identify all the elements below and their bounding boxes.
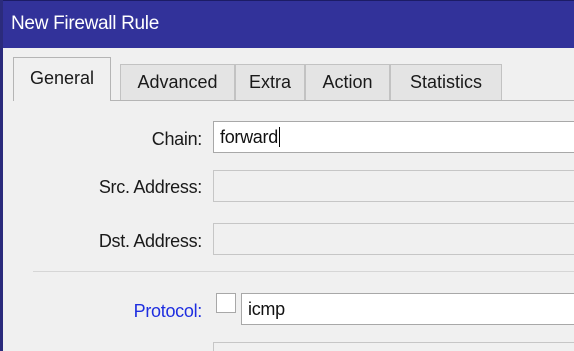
tab-general-label: General <box>29 68 95 88</box>
src-address-input[interactable] <box>213 170 574 202</box>
tab-advanced-label: Advanced <box>137 72 218 92</box>
tab-statistics[interactable]: Statistics <box>390 64 502 100</box>
tab-action[interactable]: Action <box>305 64 390 100</box>
src-address-label: Src. Address: <box>98 177 202 197</box>
protocol-negate-checkbox[interactable] <box>216 293 236 313</box>
title-bar[interactable]: New Firewall Rule <box>3 0 574 48</box>
protocol-value: icmp <box>248 299 285 319</box>
chain-label: Chain: <box>151 129 203 149</box>
chain-input[interactable]: forward <box>213 121 574 153</box>
tab-extra[interactable]: Extra <box>235 64 305 100</box>
tab-advanced[interactable]: Advanced <box>120 64 235 100</box>
dst-address-input[interactable] <box>213 223 574 255</box>
window-title: New Firewall Rule <box>11 13 159 34</box>
firewall-rule-window: New Firewall Rule General Advanced Extra… <box>0 0 574 351</box>
tab-statistics-label: Statistics <box>409 72 483 92</box>
protocol-select[interactable]: icmp <box>241 293 574 325</box>
section-divider <box>33 271 574 272</box>
text-cursor <box>278 127 280 147</box>
next-field-input[interactable] <box>213 342 574 351</box>
protocol-label-link[interactable]: Protocol: <box>134 301 203 322</box>
tab-general[interactable]: General <box>13 57 111 101</box>
tab-extra-label: Extra <box>248 72 291 92</box>
dst-address-label: Dst. Address: <box>98 231 202 251</box>
chain-value: forward <box>220 127 280 147</box>
tab-action-label: Action <box>322 72 373 92</box>
